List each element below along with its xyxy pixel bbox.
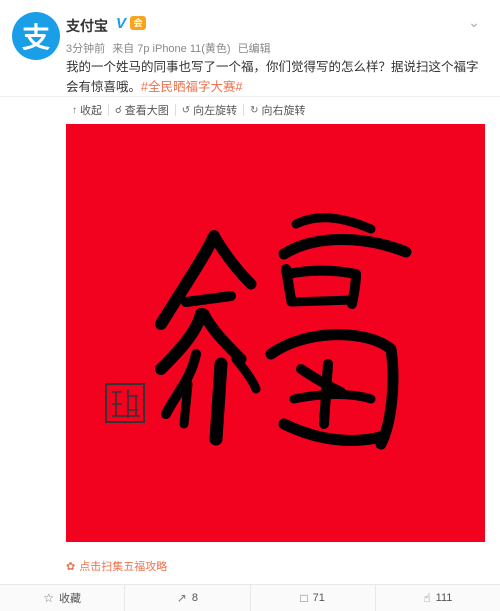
image-toolbar: ↑ 收起 ☌ 查看大图 ↺ 向左旋转 ↻ 向右旋转 <box>66 99 312 121</box>
post-header: 支 支付宝 V 会 ⌄ 3分钟前 来自 7p iPhone 11(黄色) 已编辑… <box>0 0 500 100</box>
post-edited[interactable]: 已编辑 <box>238 43 271 55</box>
like-count: 111 <box>435 592 453 604</box>
post-image[interactable] <box>66 124 485 542</box>
collapse-icon: ↑ <box>72 104 77 116</box>
username[interactable]: 支付宝 <box>66 16 108 36</box>
repost-button[interactable]: ↗ 8 <box>125 585 251 611</box>
avatar-char: 支 <box>21 21 50 54</box>
collapse-button[interactable]: ↑ 收起 <box>66 104 109 117</box>
rotate-left-icon: ↺ <box>181 104 191 116</box>
thumbs-up-icon: ☝ <box>423 591 431 605</box>
divider <box>0 96 500 97</box>
view-large-label: 查看大图 <box>124 105 169 117</box>
rotate-right-button[interactable]: ↻ 向右旋转 <box>244 104 311 118</box>
star-icon: ☆ <box>43 591 54 605</box>
gift-icon: ✿ <box>66 560 76 573</box>
hashtag-link[interactable]: #全民晒福字大赛# <box>141 80 242 94</box>
rotate-left-label: 向左旋转 <box>193 105 238 117</box>
weibo-post-card: 支 支付宝 V 会 ⌄ 3分钟前 来自 7p iPhone 11(黄色) 已编辑… <box>0 0 500 611</box>
view-large-button[interactable]: ☌ 查看大图 <box>109 104 176 117</box>
chevron-down-icon[interactable]: ⌄ <box>464 14 484 34</box>
avatar[interactable]: 支 <box>12 12 60 60</box>
comment-count: 71 <box>312 592 325 604</box>
post-time[interactable]: 3分钟前 <box>66 43 105 55</box>
post-meta: 3分钟前 来自 7p iPhone 11(黄色) 已编辑 <box>66 40 275 56</box>
rotate-right-label: 向右旋转 <box>261 105 306 117</box>
rotate-left-button[interactable]: ↺ 向左旋转 <box>176 104 245 117</box>
favorite-label: 收藏 <box>59 593 81 605</box>
repost-icon: ↗ <box>176 591 187 605</box>
comment-icon: □ <box>300 591 308 605</box>
zoom-icon: ☌ <box>115 104 122 116</box>
rotate-right-icon: ↻ <box>250 104 259 116</box>
like-button[interactable]: ☝ 111 <box>376 585 500 611</box>
favorite-button[interactable]: ☆ 收藏 <box>0 585 126 611</box>
post-body: 我的一个姓马的同事也写了一个福，你们觉得写的怎么样？据说扫这个福字会有惊喜哦。 <box>66 60 479 94</box>
repost-count: 8 <box>191 592 198 604</box>
action-bar: ☆ 收藏 ↗ 8 □ 71 ☝ 111 <box>0 584 500 611</box>
post-source[interactable]: 来自 7p iPhone 11(黄色) <box>112 43 230 55</box>
comment-button[interactable]: □ 71 <box>251 585 376 611</box>
promo-link-label: 点击扫集五福攻略 <box>79 561 168 573</box>
post-text: 我的一个姓马的同事也写了一个福，你们觉得写的怎么样？据说扫这个福字会有惊喜哦。#… <box>66 57 486 97</box>
verified-icon[interactable]: V <box>116 15 126 32</box>
fu-calligraphy-image <box>105 213 412 450</box>
collapse-label: 收起 <box>80 105 102 117</box>
promo-link[interactable]: ✿ 点击扫集五福攻略 <box>66 558 167 574</box>
member-badge-icon[interactable]: 会 <box>130 16 146 30</box>
